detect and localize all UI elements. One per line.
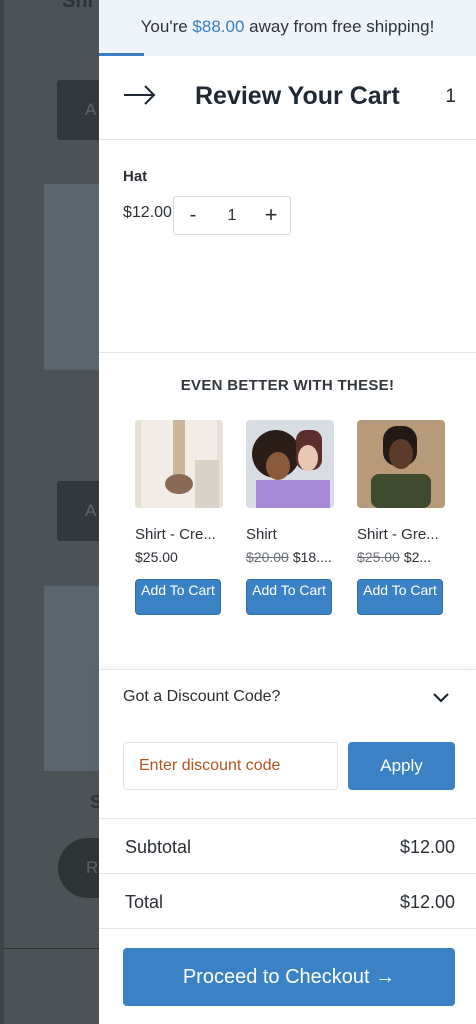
product-image[interactable] bbox=[246, 420, 334, 508]
quantity-value[interactable]: 1 bbox=[212, 197, 252, 234]
product-old-price: $20.00 bbox=[246, 549, 289, 565]
upsell-product: Shirt - Gre... $25.00 $2... Add To Cart bbox=[357, 420, 445, 615]
page-title: Review Your Cart bbox=[195, 82, 400, 110]
product-old-price: $25.00 bbox=[357, 549, 400, 565]
arrow-right-icon[interactable] bbox=[123, 78, 157, 112]
cart-header: Review Your Cart 1 bbox=[99, 56, 476, 140]
item-name: Hat bbox=[123, 168, 148, 185]
checkout-button[interactable]: Proceed to Checkout → bbox=[123, 948, 455, 1006]
apply-discount-button[interactable]: Apply bbox=[348, 742, 455, 790]
add-to-cart-button[interactable]: Add To Cart bbox=[135, 579, 221, 615]
chevron-down-icon[interactable] bbox=[432, 690, 450, 704]
upsell-section: EVEN BETTER WITH THESE! Shirt - Cre... $… bbox=[99, 353, 476, 669]
product-image[interactable] bbox=[357, 420, 445, 508]
discount-toggle-label[interactable]: Got a Discount Code? bbox=[123, 688, 280, 706]
upsell-product: Shirt - Cre... $25.00 Add To Cart bbox=[135, 420, 223, 615]
background-title-fragment: Shi bbox=[62, 0, 94, 12]
decrease-quantity-button[interactable]: - bbox=[174, 197, 212, 234]
add-to-cart-button[interactable]: Add To Cart bbox=[246, 579, 332, 615]
subtotal-label: Subtotal bbox=[125, 837, 192, 857]
background-divider bbox=[4, 948, 104, 949]
product-price: $25.00 bbox=[135, 549, 223, 565]
item-price: $12.00 bbox=[123, 204, 172, 221]
product-price: $25.00 $2... bbox=[357, 549, 445, 565]
increase-quantity-button[interactable]: + bbox=[252, 197, 290, 234]
total-value: $12.00 bbox=[399, 892, 455, 912]
product-name[interactable]: Shirt bbox=[246, 526, 334, 543]
discount-code-input[interactable] bbox=[123, 742, 338, 790]
product-current-price: $2... bbox=[403, 549, 432, 565]
product-name[interactable]: Shirt - Cre... bbox=[135, 526, 223, 543]
total-label: Total bbox=[125, 892, 164, 912]
product-current-price: $25.00 bbox=[135, 549, 178, 565]
subtotal-row: Subtotal $12.00 bbox=[99, 819, 476, 874]
shipping-prefix: You're bbox=[140, 17, 193, 36]
cart-count: 1 bbox=[445, 86, 456, 107]
shipping-suffix: away from free shipping! bbox=[244, 17, 435, 36]
upsell-product: Shirt $20.00 $18.... Add To Cart bbox=[246, 420, 334, 615]
upsell-title: EVEN BETTER WITH THESE! bbox=[180, 377, 395, 394]
product-name[interactable]: Shirt - Gre... bbox=[357, 526, 445, 543]
cart-drawer: You're $88.00 away from free shipping! R… bbox=[99, 0, 476, 1024]
product-current-price: $18.... bbox=[292, 549, 332, 565]
add-to-cart-button[interactable]: Add To Cart bbox=[357, 579, 443, 615]
free-shipping-banner: You're $88.00 away from free shipping! bbox=[99, 0, 476, 56]
product-image[interactable] bbox=[135, 420, 223, 508]
cart-line-item: Hat $12.00 - 1 + bbox=[99, 140, 476, 353]
total-row: Total $12.00 bbox=[99, 874, 476, 929]
subtotal-value: $12.00 bbox=[399, 837, 455, 857]
shipping-amount: $88.00 bbox=[192, 17, 245, 36]
background-edge bbox=[0, 0, 4, 1024]
quantity-stepper: - 1 + bbox=[173, 196, 291, 235]
product-price: $20.00 $18.... bbox=[246, 549, 334, 565]
discount-section: Got a Discount Code? Apply bbox=[99, 669, 476, 819]
